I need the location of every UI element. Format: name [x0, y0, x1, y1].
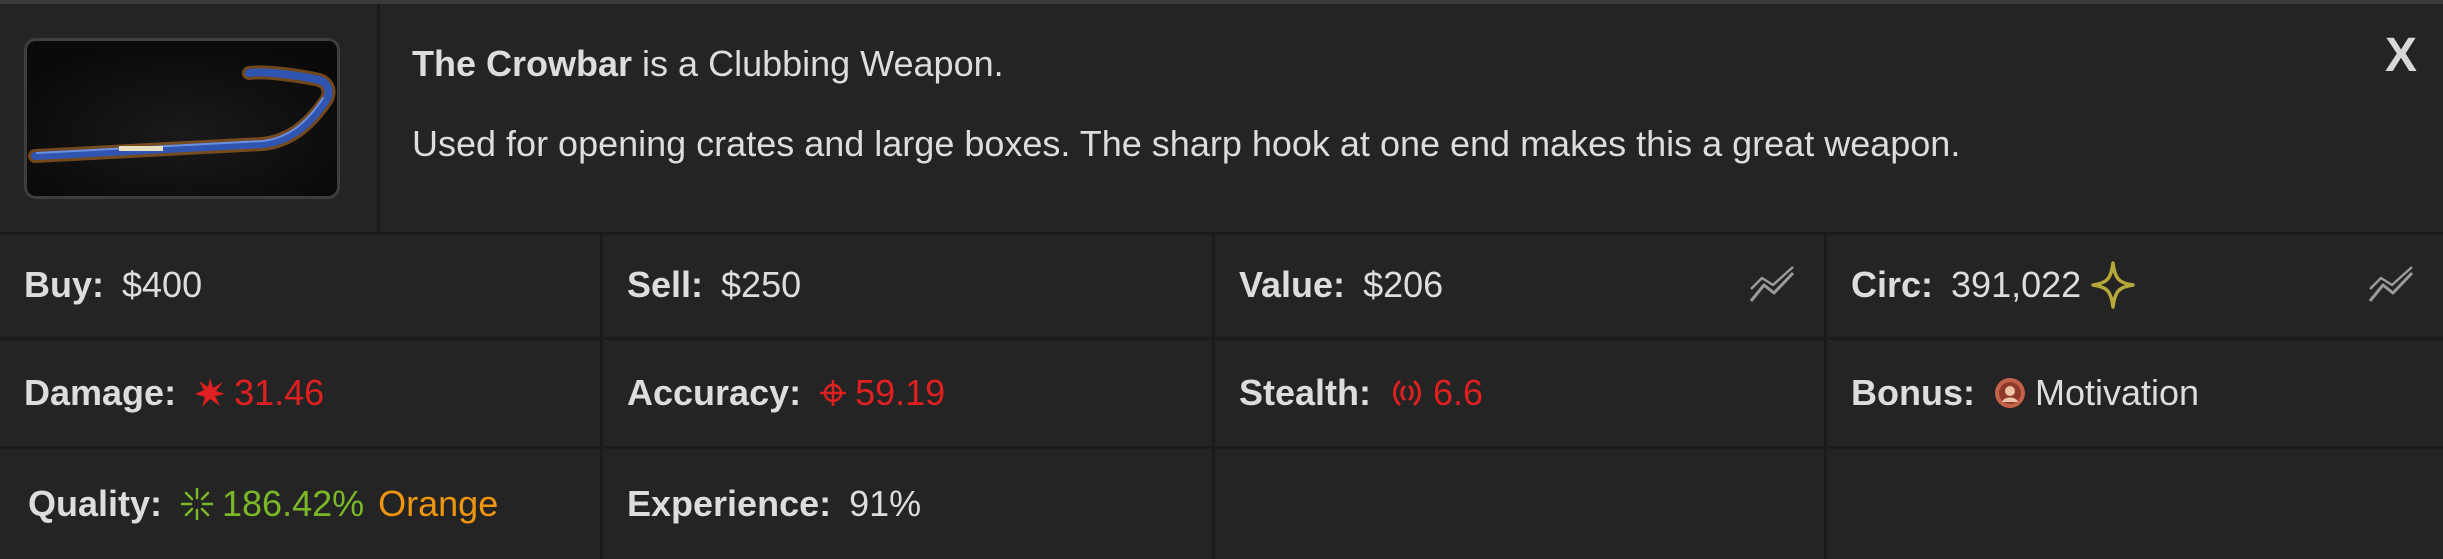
empty-cell [1215, 449, 1827, 559]
stat-stealth: Stealth: 6.6 [1215, 340, 1827, 449]
stat-bonus: Bonus: Motivation [1827, 340, 2443, 449]
trend-chart-icon[interactable] [2367, 265, 2415, 305]
stat-label: Circ: [1851, 263, 1934, 305]
stat-label: Damage: [24, 372, 177, 413]
stat-experience: Experience: 91% [603, 449, 1215, 559]
stat-buy: Buy: $400 [0, 232, 603, 340]
stat-label: Buy: [24, 263, 104, 305]
stat-accuracy: Accuracy: 59.19 [603, 340, 1215, 449]
item-stats-grid: Buy: $400 Sell: $250 Value: $206 Circ: 3… [0, 232, 2443, 559]
item-info-panel: The Crowbar is a Clubbing Weapon. Used f… [0, 0, 2443, 559]
sparkle-icon [2091, 260, 2135, 309]
empty-cell [1827, 449, 2443, 559]
item-name: The Crowbar [412, 43, 633, 84]
stat-label: Accuracy: [627, 372, 802, 413]
stat-value: 186.42% [222, 483, 365, 524]
header-divider [377, 4, 380, 232]
stat-label: Quality: [28, 483, 163, 524]
close-button[interactable]: X [2385, 26, 2417, 86]
stat-label: Bonus: [1851, 372, 1975, 413]
stat-quality: Quality: 186.42% Orange [0, 449, 603, 559]
item-description: Used for opening crates and large boxes.… [412, 123, 1961, 164]
stat-value: 6.6 [1433, 372, 1484, 413]
trend-chart-icon[interactable] [1748, 265, 1796, 305]
item-title-line: The Crowbar is a Clubbing Weapon. [412, 42, 2243, 86]
stat-label: Stealth: [1239, 372, 1372, 413]
stat-value: 91% [849, 483, 922, 524]
crowbar-image [24, 38, 340, 199]
signal-waves-icon [1389, 378, 1425, 408]
stat-label: Experience: [627, 483, 832, 524]
stat-label: Value: [1239, 263, 1346, 305]
burst-icon [194, 377, 226, 409]
item-description-block: The Crowbar is a Clubbing Weapon. Used f… [412, 42, 2243, 166]
stat-circulation: Circ: 391,022 [1827, 232, 2443, 340]
stat-value: $250 [721, 263, 802, 305]
stat-label: Sell: [627, 263, 704, 305]
crosshair-icon [819, 379, 847, 407]
stat-value: $400 [122, 263, 203, 305]
stat-value: 59.19 [855, 372, 946, 413]
motivation-badge-icon [1993, 376, 2027, 410]
stat-value: 391,022 [1951, 263, 2082, 305]
stat-value: $206 [1363, 263, 1444, 305]
stat-value-cell: Value: $206 [1215, 232, 1827, 340]
rarity-label: Orange [378, 483, 499, 524]
item-type-text: is a Clubbing Weapon. [642, 43, 1004, 84]
item-header: The Crowbar is a Clubbing Weapon. Used f… [0, 4, 2443, 235]
stat-sell: Sell: $250 [603, 232, 1215, 340]
stat-value: 31.46 [234, 372, 325, 413]
quality-star-icon [180, 487, 214, 521]
stat-damage: Damage: 31.46 [0, 340, 603, 449]
stat-value: Motivation [2034, 372, 2200, 413]
